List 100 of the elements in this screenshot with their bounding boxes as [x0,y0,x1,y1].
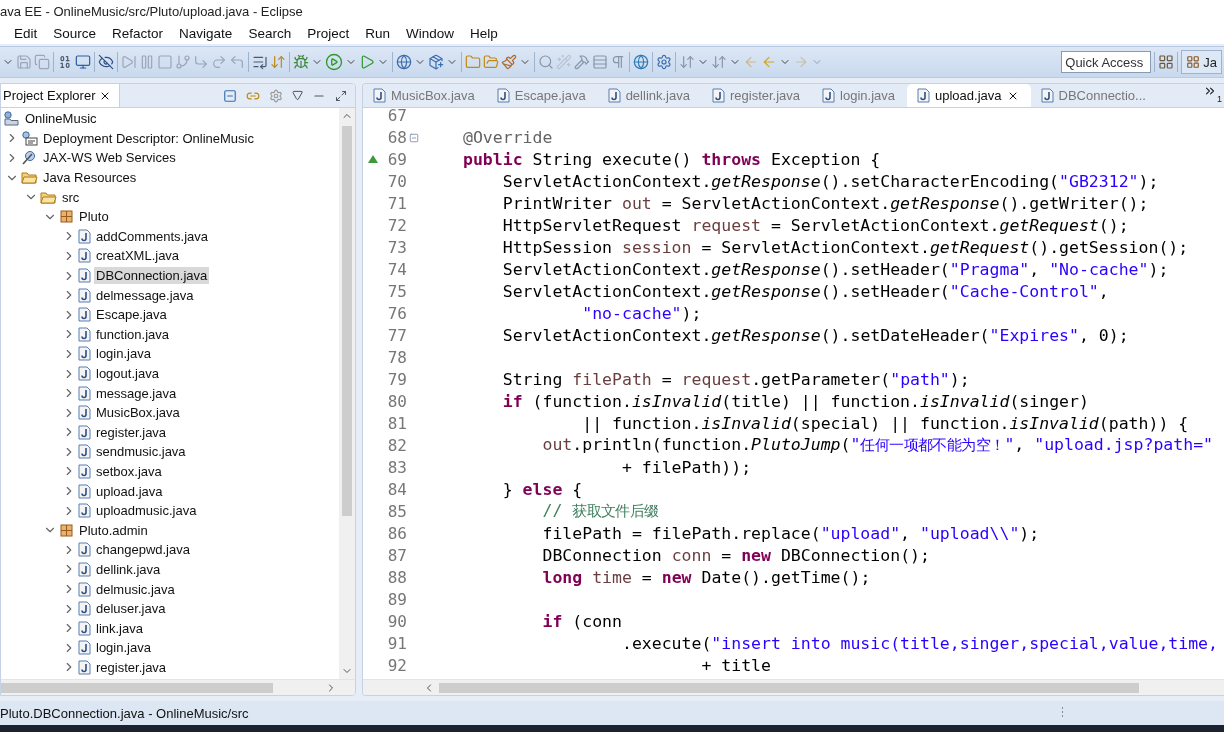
open-perspective-icon[interactable] [1158,54,1175,70]
chevrons-right-icon [1203,84,1217,98]
tab-overflow-button[interactable]: 1 [1201,84,1224,107]
tree-item[interactable]: delmessage.java [94,286,196,304]
menu-item[interactable]: Run [365,25,390,41]
editor-tab[interactable]: register.java [701,84,813,107]
java-file-icon [78,620,91,636]
monitor-icon[interactable] [75,54,91,70]
tree-item[interactable]: login.java [94,345,153,363]
tree-item[interactable]: Deployment Descriptor: OnlineMusic [41,129,256,147]
stop-icon[interactable] [157,54,173,70]
resume-icon[interactable] [121,54,137,70]
editor-tab[interactable]: Escape.java [486,84,598,107]
line-number: 74 [386,259,407,279]
tree-item[interactable]: JAX-WS Web Services [41,149,178,167]
rows-icon[interactable] [592,54,608,70]
back-icon[interactable] [761,54,777,70]
menu-item[interactable]: Project [307,25,350,41]
tree-item[interactable]: OnlineMusic [23,110,99,128]
java-file-icon [78,228,91,244]
editor-tab[interactable]: DBConnectio... [1030,84,1158,107]
step-over-icon[interactable] [211,54,227,70]
menu-item[interactable]: Window [405,25,454,41]
view-menu-icon[interactable] [292,90,303,101]
code-line: @Override [463,127,553,147]
menu-item[interactable]: Edit [14,25,38,41]
bug-icon[interactable] [293,54,309,70]
menu-item[interactable]: Help [469,25,498,41]
perspective-button[interactable]: Ja [1181,50,1222,74]
tree-item[interactable]: message.java [94,384,179,402]
tree-item[interactable]: uploadmusic.java [94,502,199,520]
folder-icon [40,189,57,205]
tree-item[interactable]: Pluto [77,208,111,226]
step-into-icon[interactable] [193,54,209,70]
menu-item[interactable]: Navigate [179,25,233,41]
editor-tab[interactable]: upload.java [907,84,1031,107]
search-icon[interactable] [538,54,554,70]
tree-item[interactable]: Java Resources [41,169,139,187]
tree-item[interactable]: sendmusic.java [94,443,188,461]
view-tab[interactable]: Project Explorer [1,84,121,107]
fold-icon[interactable] [409,132,419,143]
tree-item[interactable]: DBConnection.java [94,267,210,285]
tree-item[interactable]: upload.java [94,482,165,500]
code-line: out.println(function.PlutoJump("任何一项都不能为空！", "upload.jsp?path=" [541,435,1213,455]
quick-access-field[interactable]: Quick Access [1061,51,1152,73]
line-number: 91 [386,633,407,653]
tree-item[interactable]: logout.java [94,365,161,382]
collapse-all-icon[interactable] [223,88,237,103]
tree-item[interactable]: delmusic.java [94,580,177,598]
run-server-icon[interactable] [359,54,375,70]
tree-item[interactable]: register.java [94,423,169,441]
vertical-scrollbar[interactable] [339,108,355,679]
run-icon[interactable] [325,53,343,71]
tree-item[interactable]: login.java [94,639,153,657]
gear-icon[interactable] [269,88,283,103]
code-line: filePath = filePath.replace("upload", "upload\\"); [541,523,1040,543]
override-marker-icon [368,155,378,163]
tree-item[interactable]: link.java [94,619,145,637]
menu-item[interactable]: Search [248,25,292,41]
save-icon[interactable] [16,54,32,70]
tree-item[interactable]: src [60,188,82,206]
line-number: 89 [386,589,407,609]
status-text: Pluto.DBConnection.java - OnlineMusic/src [0,705,249,721]
tree-item[interactable]: changepwd.java [94,541,192,559]
folder-icon[interactable] [465,54,481,70]
pilcrow-icon[interactable] [610,54,626,70]
maximize-icon[interactable] [335,89,347,102]
tree-item[interactable]: dellink.java [94,560,163,578]
save-all-icon[interactable] [34,54,50,70]
tree-item[interactable]: deluser.java [94,600,168,618]
editor-tab[interactable]: dellink.java [597,84,702,107]
step-return-icon[interactable] [229,54,245,70]
editor-tab[interactable]: MusicBox.java [363,84,487,107]
java-file-icon [78,405,91,421]
tree-item[interactable]: addComments.java [94,227,210,245]
tree-item[interactable]: MusicBox.java [94,404,182,422]
tree-item[interactable]: setbox.java [94,463,164,480]
code-line: "no-cache"); [581,303,702,323]
menu-item[interactable]: Source [53,25,97,41]
list-icon[interactable] [252,54,268,70]
tree-item[interactable]: creatXML.java [94,247,182,265]
brush-icon[interactable] [501,54,517,70]
open-folder-icon[interactable] [483,54,499,70]
menu-item[interactable]: Refactor [112,25,164,41]
editor-tab[interactable]: login.java [812,84,907,107]
binary-icon[interactable] [57,54,73,70]
java-file-icon [78,346,91,362]
tree-item[interactable]: function.java [94,325,171,343]
gear-icon[interactable] [656,54,672,70]
hammer-icon[interactable] [574,54,590,70]
java-file-icon [496,88,510,103]
horizontal-scrollbar[interactable] [363,679,1224,695]
tree-item[interactable]: Escape.java [94,306,169,324]
pause-icon[interactable] [139,54,155,70]
code-line: PrintWriter out = ServletActionContext.getResponse().getWriter(); [501,193,1149,213]
horizontal-scrollbar[interactable] [1,679,355,695]
tree-item[interactable]: register.java [94,658,169,676]
line-number: 88 [386,567,407,587]
tree-item[interactable]: Pluto.admin [77,521,150,539]
globe-icon[interactable] [633,54,649,70]
